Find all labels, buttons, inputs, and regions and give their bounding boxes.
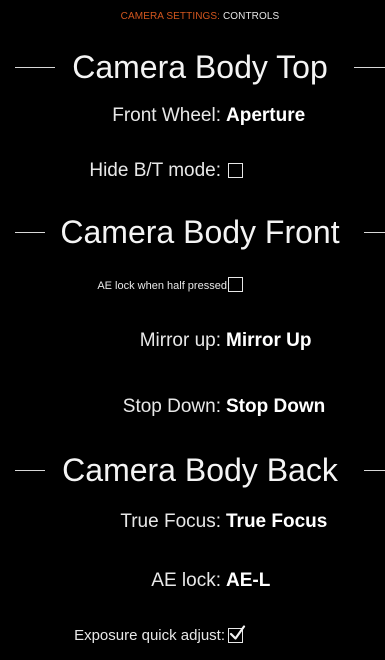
- section-divider-right: [354, 67, 385, 68]
- hide-bt-mode-checkbox[interactable]: [228, 163, 243, 178]
- section-camera-body-back: Camera Body Back: [15, 450, 385, 490]
- section-divider-right: [364, 232, 385, 233]
- front-wheel-label: Front Wheel:: [112, 105, 221, 126]
- ae-lock-label: AE lock:: [151, 570, 221, 591]
- hide-bt-mode-label: Hide B/T mode:: [89, 160, 221, 181]
- section-title: Camera Body Top: [72, 49, 328, 85]
- ae-lock-row[interactable]: AE lock: AE-L: [15, 567, 385, 595]
- mirror-up-label: Mirror up:: [139, 330, 221, 351]
- ae-lock-half-pressed-row[interactable]: AE lock when half pressed:: [15, 272, 385, 300]
- section-camera-body-front: Camera Body Front: [15, 212, 385, 252]
- header-page: CONTROLS: [220, 11, 280, 22]
- header-category: CAMERA SETTINGS:: [120, 11, 221, 22]
- stop-down-label: Stop Down:: [122, 396, 221, 417]
- stop-down-value[interactable]: Stop Down: [226, 393, 325, 421]
- true-focus-label: True Focus:: [120, 511, 221, 532]
- true-focus-value[interactable]: True Focus: [226, 508, 327, 536]
- screen-header: CAMERA SETTINGS: CONTROLS: [15, 11, 385, 22]
- hide-bt-mode-row[interactable]: Hide B/T mode:: [15, 157, 385, 185]
- exposure-quick-adjust-label: Exposure quick adjust:: [74, 627, 225, 644]
- exposure-quick-adjust-row[interactable]: Exposure quick adjust:: [15, 622, 385, 650]
- checkmark-icon: [229, 625, 246, 640]
- ae-lock-half-pressed-label: AE lock when half pressed:: [97, 280, 230, 292]
- exposure-quick-adjust-checkbox[interactable]: [228, 625, 246, 643]
- stop-down-row[interactable]: Stop Down: Stop Down: [15, 393, 385, 421]
- mirror-up-row[interactable]: Mirror up: Mirror Up: [15, 327, 385, 355]
- mirror-up-value[interactable]: Mirror Up: [226, 327, 312, 355]
- section-title: Camera Body Back: [62, 452, 338, 488]
- controls-panel: CAMERA SETTINGS: CONTROLS Camera Body To…: [15, 0, 385, 660]
- section-title: Camera Body Front: [60, 214, 340, 250]
- ae-lock-value[interactable]: AE-L: [226, 567, 270, 595]
- front-wheel-value[interactable]: Aperture: [226, 102, 305, 130]
- true-focus-row[interactable]: True Focus: True Focus: [15, 508, 385, 536]
- section-camera-body-top: Camera Body Top: [15, 47, 385, 87]
- front-wheel-row[interactable]: Front Wheel: Aperture: [15, 102, 385, 130]
- section-divider-right: [364, 470, 385, 471]
- ae-lock-half-pressed-checkbox[interactable]: [228, 277, 243, 292]
